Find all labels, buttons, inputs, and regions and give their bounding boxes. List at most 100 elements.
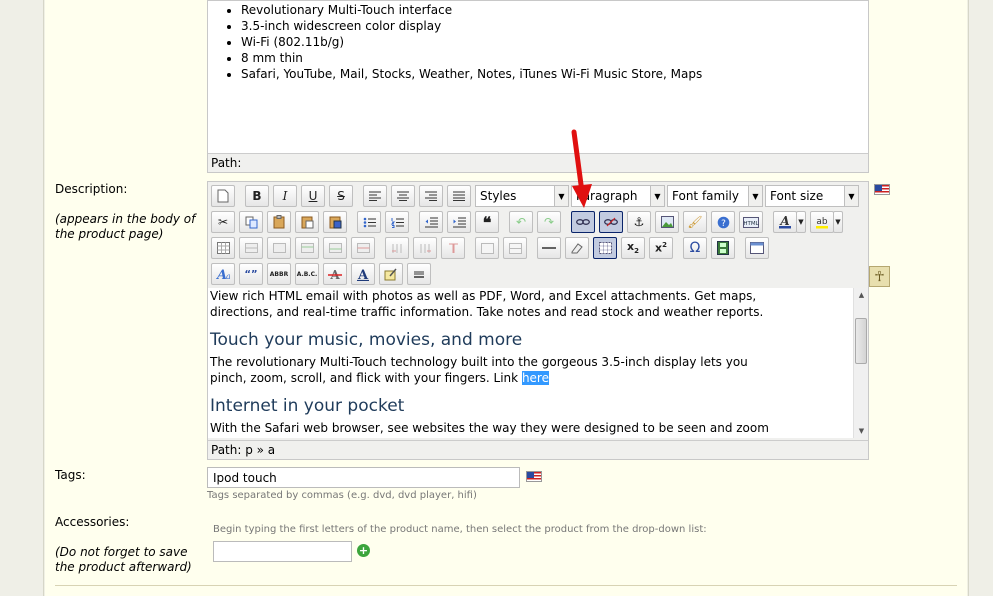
ankh-icon[interactable]: ☥: [869, 266, 890, 287]
scroll-down-icon[interactable]: ▼: [854, 424, 869, 438]
split-cells-button[interactable]: [475, 237, 499, 259]
list-item: Wi-Fi (802.11b/g): [241, 34, 868, 50]
outdent-button[interactable]: [419, 211, 443, 233]
row-after-button[interactable]: [323, 237, 347, 259]
tags-input[interactable]: [207, 467, 520, 488]
accessories-input[interactable]: [213, 541, 352, 562]
underline-button[interactable]: U: [301, 185, 325, 207]
quote-icon: ❝: [482, 212, 492, 232]
svg-text:A: A: [357, 268, 369, 281]
anchor-icon: ⚓: [633, 215, 645, 229]
justify-icon: [453, 191, 465, 201]
font-size-select-value: Font size: [770, 189, 824, 203]
paste-word-button[interactable]: [323, 211, 347, 233]
new-document-button[interactable]: [211, 185, 235, 207]
highlight-color-dropdown[interactable]: ▼: [833, 211, 843, 233]
cite-button[interactable]: “”: [239, 263, 263, 285]
styleprops-button[interactable]: Aa: [211, 263, 235, 285]
superscript-button[interactable]: x2: [649, 237, 673, 259]
content-paragraph: The revolutionary Multi-Touch technology…: [210, 355, 748, 385]
nonbreaking-button[interactable]: [407, 263, 431, 285]
horizontal-rule-button[interactable]: [537, 237, 561, 259]
add-icon[interactable]: +: [357, 544, 370, 557]
short-description-editor[interactable]: Revolutionary Multi-Touch interface 3.5-…: [207, 0, 869, 173]
cell-props-button[interactable]: [267, 237, 291, 259]
align-center-button[interactable]: [391, 185, 415, 207]
paste-text-button[interactable]: [295, 211, 319, 233]
media-button[interactable]: [711, 237, 735, 259]
us-flag-icon[interactable]: [874, 184, 890, 195]
editor-content[interactable]: View rich HTML email with photos as well…: [208, 288, 854, 438]
insert-text-button[interactable]: A: [351, 263, 375, 285]
nonbreaking-icon: [414, 271, 424, 278]
acronym-button[interactable]: A.B.C.: [295, 263, 319, 285]
italic-button[interactable]: I: [273, 185, 297, 207]
bullet-list-button[interactable]: [357, 211, 381, 233]
scroll-thumb[interactable]: [855, 318, 867, 364]
delete-row-button[interactable]: [351, 237, 375, 259]
bold-button[interactable]: B: [245, 185, 269, 207]
abbr-button[interactable]: ABBR: [267, 263, 291, 285]
remove-format-button[interactable]: [565, 237, 589, 259]
text-color-dropdown[interactable]: ▼: [796, 211, 806, 233]
col-before-button[interactable]: [385, 237, 409, 259]
insert-row-after-icon: [328, 243, 342, 253]
paragraph-select-value: Paragraph: [576, 189, 638, 203]
styles-select[interactable]: Styles ▼: [475, 185, 569, 207]
content-paragraph: With the Safari web browser, see website…: [210, 421, 769, 438]
paste-button[interactable]: [267, 211, 291, 233]
strikethrough-button[interactable]: S: [329, 185, 353, 207]
us-flag-icon[interactable]: [526, 471, 542, 482]
visual-aid-button[interactable]: [593, 237, 617, 259]
accessories-label: Accessories:: [55, 515, 130, 529]
highlight-color-button[interactable]: ab: [810, 211, 834, 233]
font-size-select[interactable]: Font size ▼: [765, 185, 859, 207]
delete-col-button[interactable]: [441, 237, 465, 259]
text-color-button[interactable]: A: [773, 211, 797, 233]
justify-button[interactable]: [447, 185, 471, 207]
row-props-button[interactable]: [239, 237, 263, 259]
help-button[interactable]: ?: [711, 211, 735, 233]
redo-button[interactable]: ↷: [537, 211, 561, 233]
align-right-button[interactable]: [419, 185, 443, 207]
indent-icon: [452, 217, 466, 227]
window-icon: [750, 242, 764, 254]
indent-button[interactable]: [447, 211, 471, 233]
attributes-button[interactable]: [379, 263, 403, 285]
unlink-button[interactable]: [599, 211, 623, 233]
paragraph-select[interactable]: Paragraph ▼: [571, 185, 665, 207]
horizontal-rule-icon: [542, 247, 556, 249]
cite-icon: “”: [244, 268, 258, 280]
anchor-button[interactable]: ⚓: [627, 211, 651, 233]
table-props-button[interactable]: [211, 237, 235, 259]
cleanup-button[interactable]: 🖌: [683, 211, 707, 233]
undo-button[interactable]: ↶: [509, 211, 533, 233]
blockquote-button[interactable]: ❝: [475, 211, 499, 233]
selected-link[interactable]: here: [521, 371, 549, 385]
special-char-button[interactable]: Ω: [683, 237, 707, 259]
cut-button[interactable]: ✂: [211, 211, 235, 233]
image-icon: [660, 216, 674, 228]
subscript-button[interactable]: x2: [621, 237, 645, 259]
editor-scrollbar[interactable]: ▲ ▼: [853, 288, 868, 438]
copy-button[interactable]: [239, 211, 263, 233]
insert-link-button[interactable]: [571, 211, 595, 233]
row-before-button[interactable]: [295, 237, 319, 259]
font-family-select-value: Font family: [672, 189, 739, 203]
align-left-button[interactable]: [363, 185, 387, 207]
insert-image-button[interactable]: [655, 211, 679, 233]
html-source-button[interactable]: HTML: [739, 211, 763, 233]
fullscreen-button[interactable]: [745, 237, 769, 259]
scroll-up-icon[interactable]: ▲: [854, 288, 869, 302]
styles-select-value: Styles: [480, 189, 517, 203]
numbered-list-button[interactable]: [385, 211, 409, 233]
chevron-down-icon: ▼: [844, 186, 858, 206]
col-after-button[interactable]: [413, 237, 437, 259]
delete-text-button[interactable]: A: [323, 263, 347, 285]
paste-icon: [273, 215, 284, 229]
font-family-select[interactable]: Font family ▼: [667, 185, 763, 207]
attributes-icon: [384, 268, 397, 280]
content-paragraph: View rich HTML email with photos as well…: [210, 289, 764, 319]
merge-cells-button[interactable]: [503, 237, 527, 259]
delete-row-icon: [356, 243, 370, 253]
